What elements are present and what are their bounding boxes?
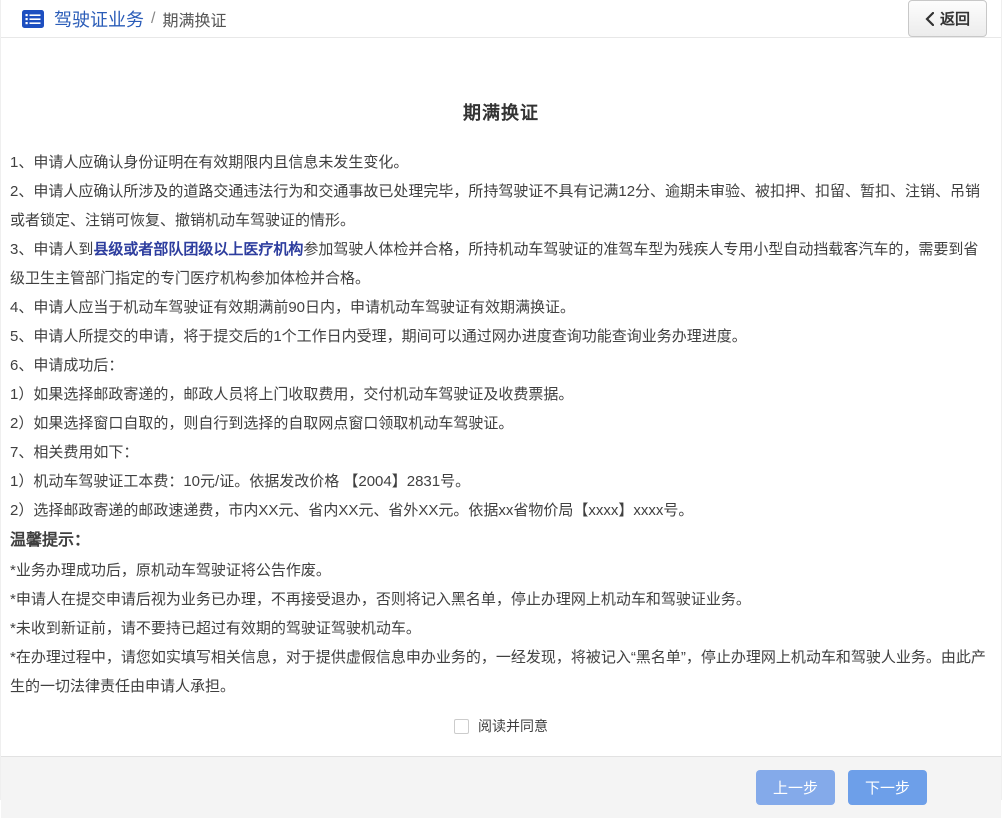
tip-paragraph: *未收到新证前，请不要持已超过有效期的驾驶证驾驶机动车。 xyxy=(10,620,421,637)
notice-paragraph: 1）机动车驾驶证工本费：10元/证。依据发改价格 【2004】2831号。 xyxy=(10,473,471,490)
main-content: 期满换证 1、申请人应确认身份证明在有效期限内且信息未发生变化。 2、申请人应确… xyxy=(1,65,1001,736)
notice-paragraph: 4、申请人应当于机动车驾驶证有效期满前90日内，申请机动车驾驶证有效期满换证。 xyxy=(10,299,576,316)
chevron-left-icon xyxy=(925,11,934,26)
agree-checkbox[interactable] xyxy=(454,718,469,734)
page-title: 期满换证 xyxy=(463,103,539,123)
agree-row: 阅读并同意 xyxy=(10,716,992,736)
notice-paragraph: 2、申请人应确认所涉及的道路交通违法行为和交通事故已处理完毕，所持驾驶证不具有记… xyxy=(10,183,981,229)
list-icon xyxy=(21,9,45,29)
notice-paragraph: 7、相关费用如下： xyxy=(10,444,139,461)
tips-title: 温馨提示： xyxy=(10,532,91,549)
notice-paragraph: 5、申请人所提交的申请，将于提交后的1个工作日内受理，期间可以通过网办进度查询功… xyxy=(10,328,747,345)
notice-paragraph: 1、申请人应确认身份证明在有效期限内且信息未发生变化。 xyxy=(10,154,409,171)
breadcrumb-separator: / xyxy=(151,9,156,27)
breadcrumb-current: 期满换证 xyxy=(162,12,227,30)
notice-paragraph: 2）如果选择窗口自取的，则自行到选择的自取网点窗口领取机动车驾驶证。 xyxy=(10,415,514,432)
back-button-label: 返回 xyxy=(939,11,970,28)
notice-paragraph: 2）选择邮政寄递的邮政速递费，市内XX元、省内XX元、省外XX元。依据xx省物价… xyxy=(10,502,694,519)
tip-paragraph: *在办理过程中，请您如实填写相关信息，对于提供虚假信息申办业务的，一经发现，将被… xyxy=(10,649,986,695)
medical-institution-highlight: 县级或者部队团级以上医疗机构 xyxy=(93,241,304,258)
header-bar: 驾驶证业务 / 期满换证 返回 xyxy=(1,0,1001,38)
breadcrumb-root: 驾驶证业务 xyxy=(54,9,144,30)
agree-label[interactable]: 阅读并同意 xyxy=(478,716,548,736)
page: 驾驶证业务 / 期满换证 返回 1、业务须知 2、用户申告 3、确认信息 4、资… xyxy=(0,0,1002,818)
next-step-button[interactable]: 下一步 xyxy=(847,770,927,805)
notice-paragraph: 3、申请人到县级或者部队团级以上医疗机构参加驾驶人体检并合格，所持机动车驾驶证的… xyxy=(10,241,979,287)
prev-step-button[interactable]: 上一步 xyxy=(755,770,835,805)
tip-paragraph: *申请人在提交申请后视为业务已办理，不再接受退办，否则将记入黑名单，停止办理网上… xyxy=(10,591,751,608)
back-button[interactable]: 返回 xyxy=(907,0,987,37)
tip-paragraph: *业务办理成功后，原机动车驾驶证将公告作废。 xyxy=(10,562,331,579)
notice-paragraph: 1）如果选择邮政寄递的，邮政人员将上门收取费用，交付机动车驾驶证及收费票据。 xyxy=(10,386,574,403)
notice-paragraph: 6、申请成功后： xyxy=(10,357,124,374)
